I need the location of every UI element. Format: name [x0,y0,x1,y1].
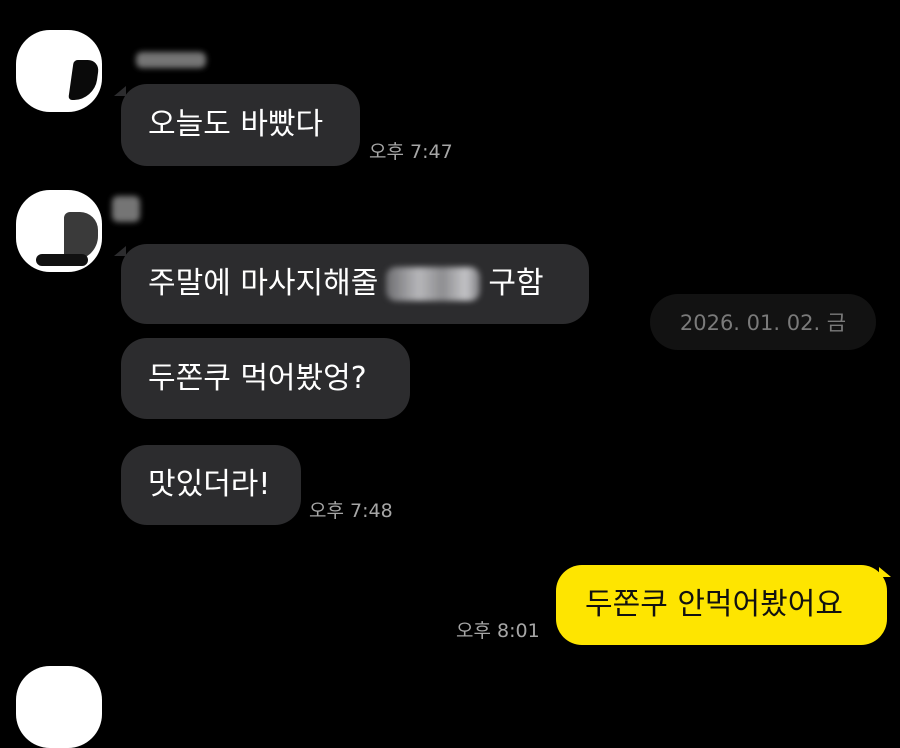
message-bubble-incoming[interactable]: 주말에 마사지해줄 구함 [121,244,589,324]
message-bubble-incoming[interactable]: 맛있더라! [121,445,301,525]
message-text: 주말에 마사지해줄 [148,266,379,301]
redacted-text [386,267,481,301]
date-divider: 2026. 01. 02. 금 [650,294,876,350]
bubble-tail [114,86,126,96]
message-text: 맛있더라! [148,467,271,502]
message-text: 두쫀쿠 먹어봤엉? [148,360,367,396]
message-bubble-incoming[interactable]: 두쫀쿠 먹어봤엉? [121,338,410,419]
sender-avatar[interactable] [16,666,102,748]
sender-name-redacted [112,196,140,222]
message-text: 구함 [488,266,544,301]
message-timestamp: 오후 8:01 [456,620,540,642]
message-bubble-outgoing[interactable]: 두쫀쿠 안먹어봤어요 [556,565,887,645]
message-timestamp: 오후 7:48 [309,500,393,522]
message-bubble-incoming[interactable]: 오늘도 바빴다 [121,84,360,166]
avatar-image [64,212,98,260]
message-text: 두쫀쿠 안먹어봤어요 [585,587,843,622]
bubble-tail [114,246,126,256]
message-text: 오늘도 바빴다 [148,107,324,142]
sender-name-redacted [136,52,206,68]
avatar-image [36,254,88,266]
avatar-image [68,60,100,100]
message-timestamp: 오후 7:47 [369,141,453,163]
bubble-tail [879,567,891,577]
sender-avatar[interactable] [16,190,102,272]
sender-avatar[interactable] [16,30,102,112]
